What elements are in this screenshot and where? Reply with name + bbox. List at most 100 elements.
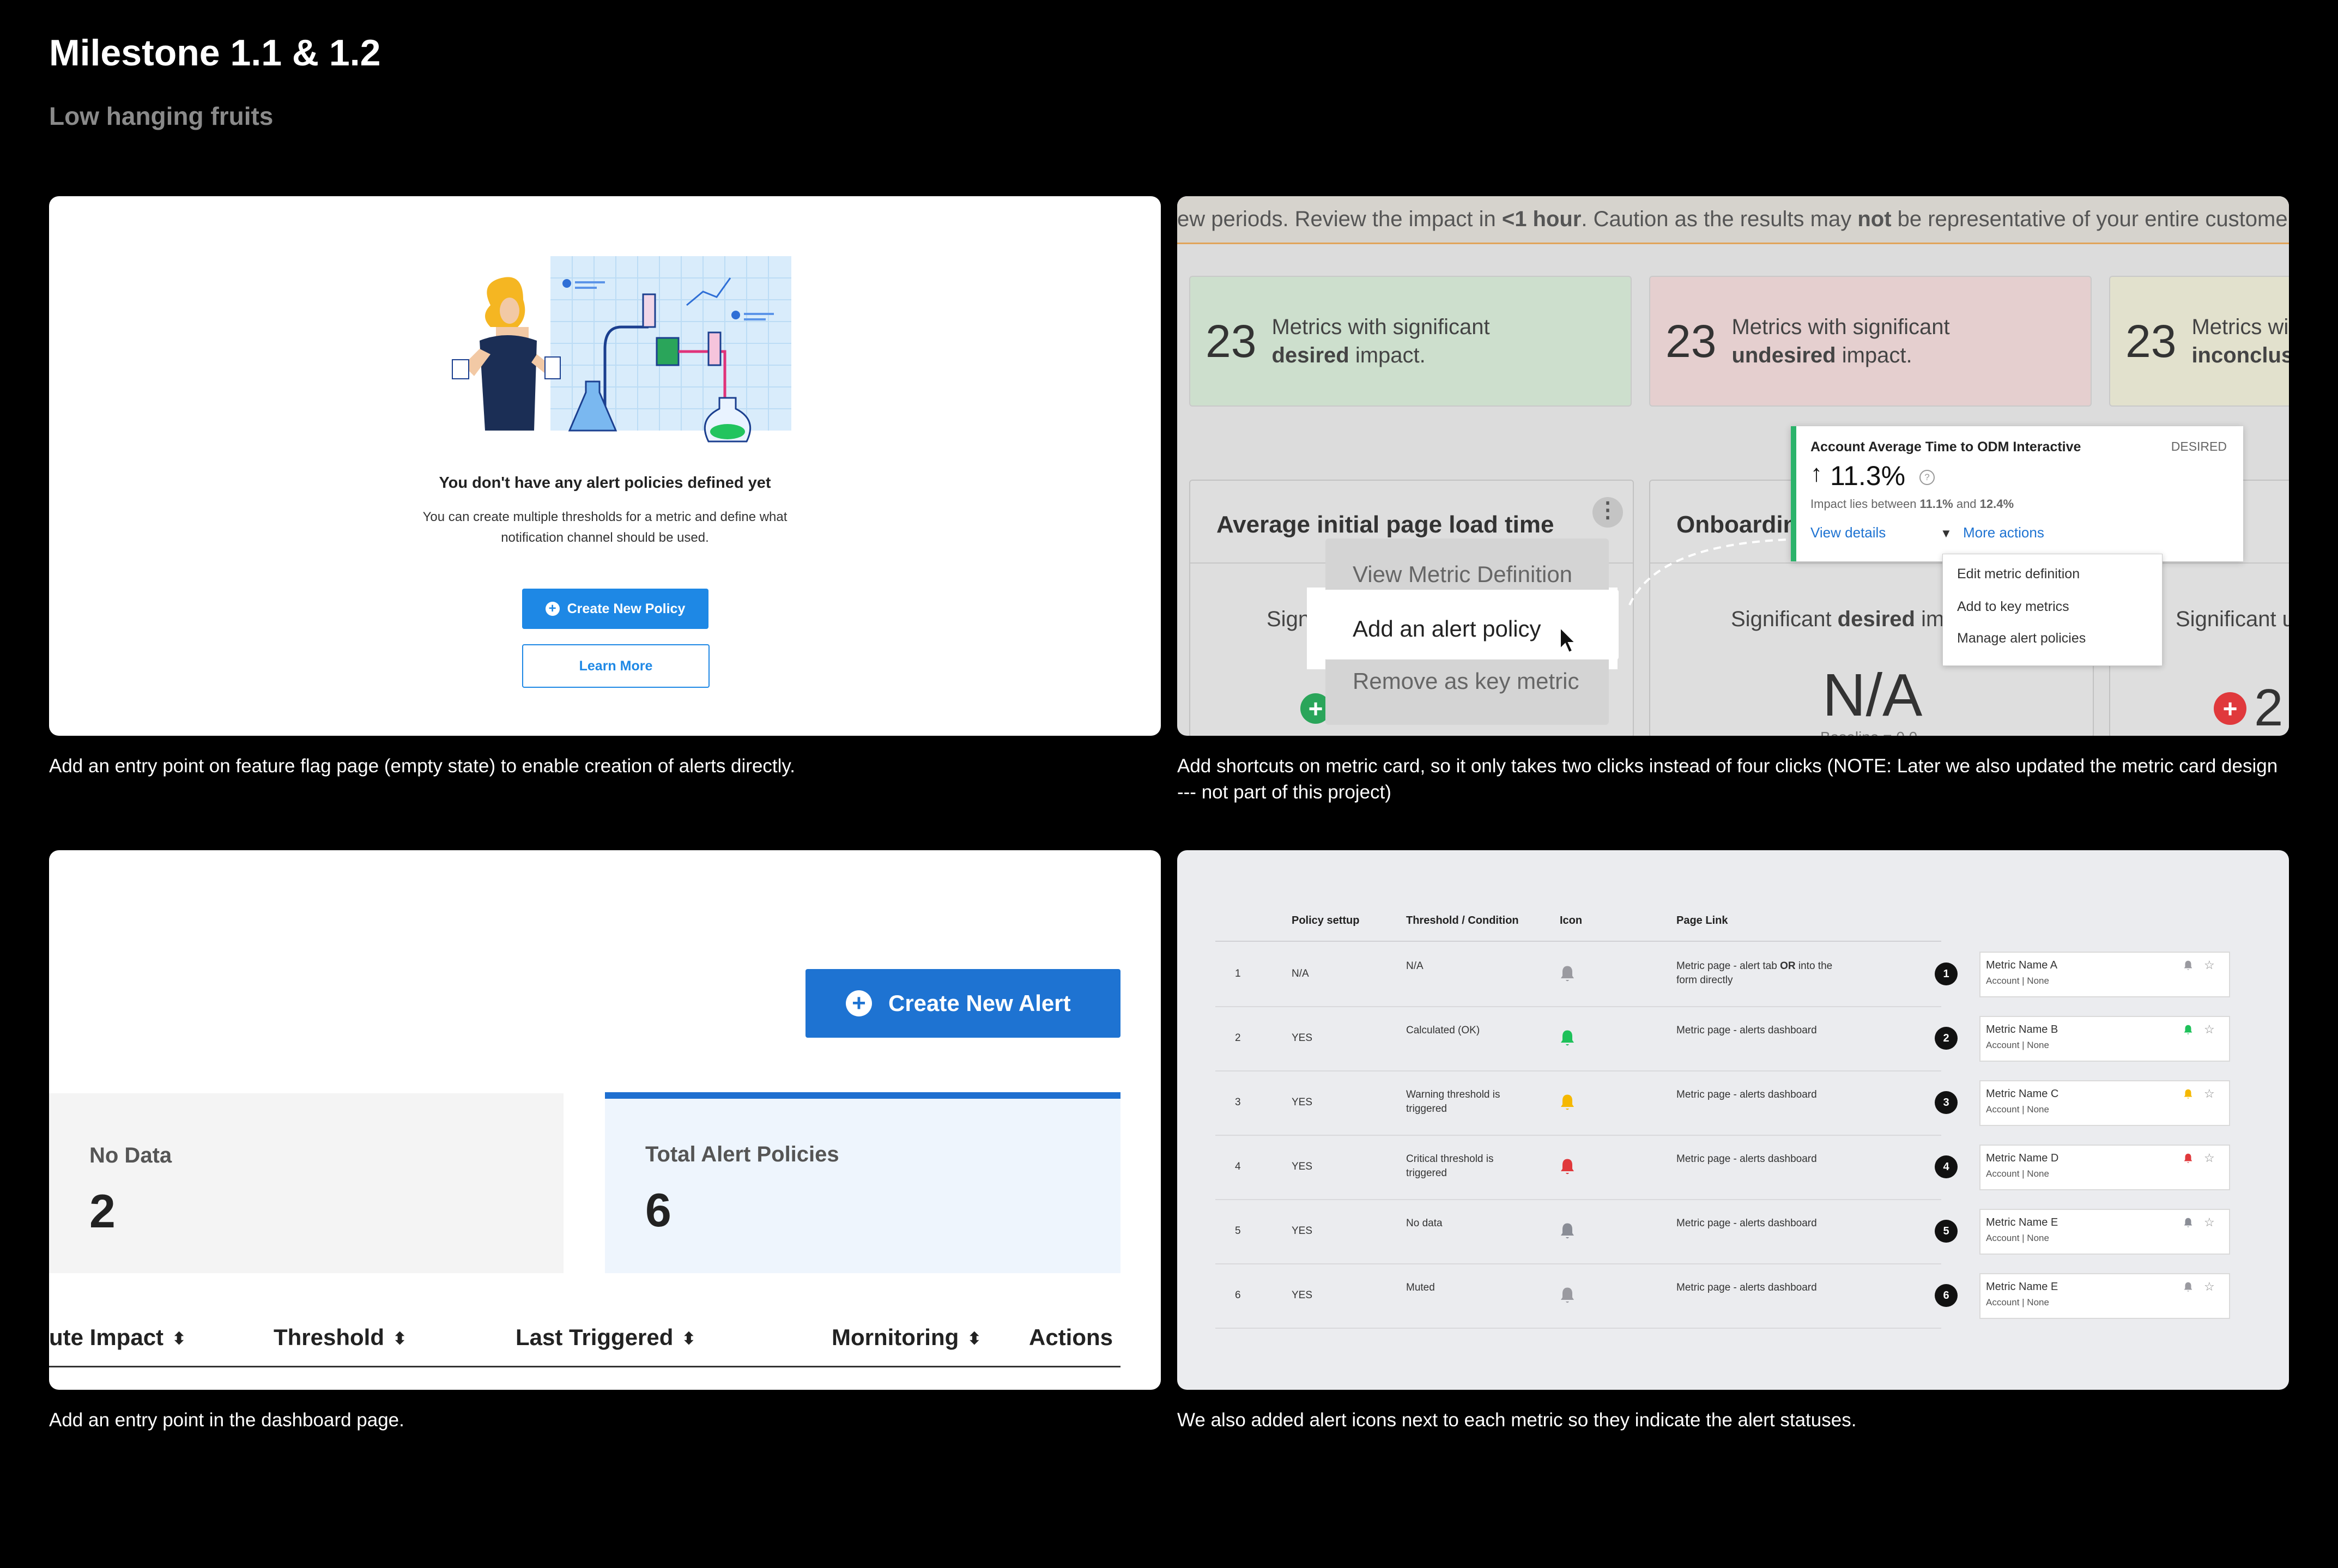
no-data-card[interactable]: No Data 2 xyxy=(49,1093,564,1273)
total-alert-policies-card[interactable]: Total Alert Policies 6 xyxy=(605,1092,1120,1273)
policy-setup-value: YES xyxy=(1292,1161,1313,1172)
more-options-icon[interactable]: ⋮ xyxy=(1592,497,1623,528)
bell-icon xyxy=(1561,1030,1574,1046)
arrow-up-icon: ↑ xyxy=(1810,460,1822,487)
empty-state-title: You don't have any alert policies define… xyxy=(439,474,771,492)
row-number: 2 xyxy=(1235,1032,1241,1044)
row-number-badge: 2 xyxy=(1935,1027,1958,1050)
column-header-actions: Actions xyxy=(1029,1324,1113,1350)
stat-label: Metrics with significant undesired impact… xyxy=(1731,315,1950,367)
policy-setup-value: N/A xyxy=(1292,968,1309,979)
dropdown-edit-definition[interactable]: Edit metric definition xyxy=(1957,566,2080,582)
metric-subtitle: Account | None xyxy=(1986,1104,2049,1115)
page-link-value: Metric page - alerts dashboard xyxy=(1676,1089,1817,1100)
create-new-alert-button[interactable]: + Create New Alert xyxy=(805,969,1120,1038)
row-number-badge: 3 xyxy=(1935,1091,1958,1114)
bell-icon xyxy=(2184,1282,2192,1292)
condition-value: N/A xyxy=(1406,960,1424,972)
create-new-policy-button[interactable]: + Create New Policy xyxy=(522,589,708,629)
star-icon[interactable]: ☆ xyxy=(2204,1215,2215,1230)
banner-text-3: be representative of your entire custome xyxy=(1891,207,2288,231)
banner-bold-time: <1 hour xyxy=(1501,207,1582,231)
policy-setup-value: YES xyxy=(1292,1225,1313,1237)
row-number: 1 xyxy=(1235,968,1241,979)
header-threshold-condition: Threshold / Condition xyxy=(1406,915,1519,927)
metric-subtitle: Account | None xyxy=(1986,1297,2049,1307)
metric-tooltip: Account Average Time to ODM Interactive … xyxy=(1791,426,2243,561)
star-icon[interactable]: ☆ xyxy=(2204,1151,2215,1165)
significance-label: Significant desired im xyxy=(1731,607,1945,631)
significance-label: Significant u xyxy=(2176,607,2289,631)
row-number: 5 xyxy=(1235,1225,1241,1237)
row-number: 3 xyxy=(1235,1097,1241,1108)
metric-name-card[interactable]: Metric Name C Account | None ☆ xyxy=(1979,1080,2230,1126)
page-link-value: Metric page - alert tab OR into the form… xyxy=(1676,960,1833,986)
bell-icon xyxy=(2184,1153,2192,1163)
sort-icon: ⬍ xyxy=(682,1330,696,1348)
header-page-link: Page Link xyxy=(1676,915,1728,927)
create-new-policy-label: Create New Policy xyxy=(567,601,686,616)
stat-card-undesired[interactable]: 23 Metrics with significant undesired imp… xyxy=(1649,276,2092,407)
row-number: 4 xyxy=(1235,1161,1241,1172)
row-number-badge: 4 xyxy=(1935,1155,1958,1178)
dropdown-add-key-metrics[interactable]: Add to key metrics xyxy=(1957,599,2069,615)
sort-icon: ⬍ xyxy=(172,1330,186,1348)
page-link-value: Metric page - alerts dashboard xyxy=(1676,1218,1817,1229)
menu-item-add-alert-policy-active[interactable]: Add an alert policy xyxy=(1353,616,1541,642)
menu-item-remove-key-metric[interactable]: Remove as key metric xyxy=(1353,668,1579,694)
bell-icon xyxy=(2184,1089,2192,1099)
policy-setup-value: YES xyxy=(1292,1032,1313,1044)
condition-value: No data xyxy=(1406,1218,1443,1229)
sort-icon: ⬍ xyxy=(967,1330,982,1348)
column-header-impact[interactable]: ute Impact ⬍ xyxy=(49,1324,186,1351)
metric-subtitle: Account | None xyxy=(1986,976,2049,986)
row-number: 6 xyxy=(1235,1289,1241,1301)
metric-name-card[interactable]: Metric Name E Account | None ☆ xyxy=(1979,1273,2230,1319)
star-icon[interactable]: ☆ xyxy=(2204,1087,2215,1101)
view-details-link[interactable]: View details xyxy=(1810,524,1886,541)
alert-icons-panel: Policy settup Threshold / Condition Icon… xyxy=(1177,850,2289,1390)
metric-name-card[interactable]: Metric Name E Account | None ☆ xyxy=(1979,1209,2230,1255)
stat-count: 23 xyxy=(1665,315,1717,367)
metric-name: Metric Name A xyxy=(1986,959,2058,971)
policy-setup-value: YES xyxy=(1292,1289,1313,1301)
stat-label: Metrics with significant desired impact. xyxy=(1271,315,1490,367)
condition-value: Critical threshold is triggered xyxy=(1406,1153,1494,1179)
empty-state-panel: You don't have any alert policies define… xyxy=(49,196,1161,736)
help-icon: ? xyxy=(1919,470,1935,485)
banner-bold-not: not xyxy=(1857,207,1892,231)
menu-item-view-definition[interactable]: View Metric Definition xyxy=(1353,561,1572,588)
tooltip-range: Impact lies between 11.1% and 12.4% xyxy=(1810,497,2014,511)
header-policy-setup: Policy settup xyxy=(1292,915,1360,927)
column-header-monitoring[interactable]: Mornitoring ⬍ xyxy=(832,1324,981,1351)
tooltip-value: 11.3% xyxy=(1830,461,1906,491)
stat-card-desired[interactable]: 23 Metrics with significant desired impac… xyxy=(1189,276,1632,407)
more-actions-link[interactable]: More actions xyxy=(1963,524,2044,541)
bell-icon xyxy=(2184,1025,2192,1034)
page-title: Milestone 1.1 & 1.2 xyxy=(49,32,381,74)
row-number-badge: 6 xyxy=(1935,1284,1958,1307)
more-actions-dropdown: Edit metric definition Add to key metric… xyxy=(1942,554,2163,666)
metric-name-card[interactable]: Metric Name B Account | None ☆ xyxy=(1979,1016,2230,1062)
metric-name: Metric Name C xyxy=(1986,1088,2059,1100)
column-header-threshold[interactable]: Threshold ⬍ xyxy=(274,1324,407,1351)
column-header-last-triggered[interactable]: Last Triggered ⬍ xyxy=(516,1324,696,1351)
banner-text-2: . Caution as the results may xyxy=(1581,207,1858,231)
table-row: 5 YES No data Metric page - alerts dashboar… xyxy=(1215,1199,1941,1264)
stat-card-inconclusive[interactable]: 23 Metrics wi inconclus xyxy=(2109,276,2289,407)
metric-name-card[interactable]: Metric Name D Account | None ☆ xyxy=(1979,1145,2230,1190)
metric-name: Metric Name D xyxy=(1986,1152,2059,1164)
panel2-caption: Add shortcuts on metric card, so it only… xyxy=(1177,755,2278,803)
metric-subtitle: Account | None xyxy=(1986,1169,2049,1179)
metric-name-card[interactable]: Metric Name A Account | None ☆ xyxy=(1979,952,2230,997)
learn-more-button[interactable]: Learn More xyxy=(522,644,710,688)
metric-value: N/A xyxy=(1822,662,1923,729)
star-icon[interactable]: ☆ xyxy=(2204,958,2215,972)
bell-icon xyxy=(1561,1159,1574,1175)
card-label: No Data xyxy=(89,1143,172,1167)
dropdown-manage-alert-policies[interactable]: Manage alert policies xyxy=(1957,631,2086,646)
sort-icon: ⬍ xyxy=(393,1330,407,1348)
star-icon[interactable]: ☆ xyxy=(2204,1280,2215,1294)
star-icon[interactable]: ☆ xyxy=(2204,1022,2215,1037)
minus-icon: + xyxy=(2214,692,2246,725)
